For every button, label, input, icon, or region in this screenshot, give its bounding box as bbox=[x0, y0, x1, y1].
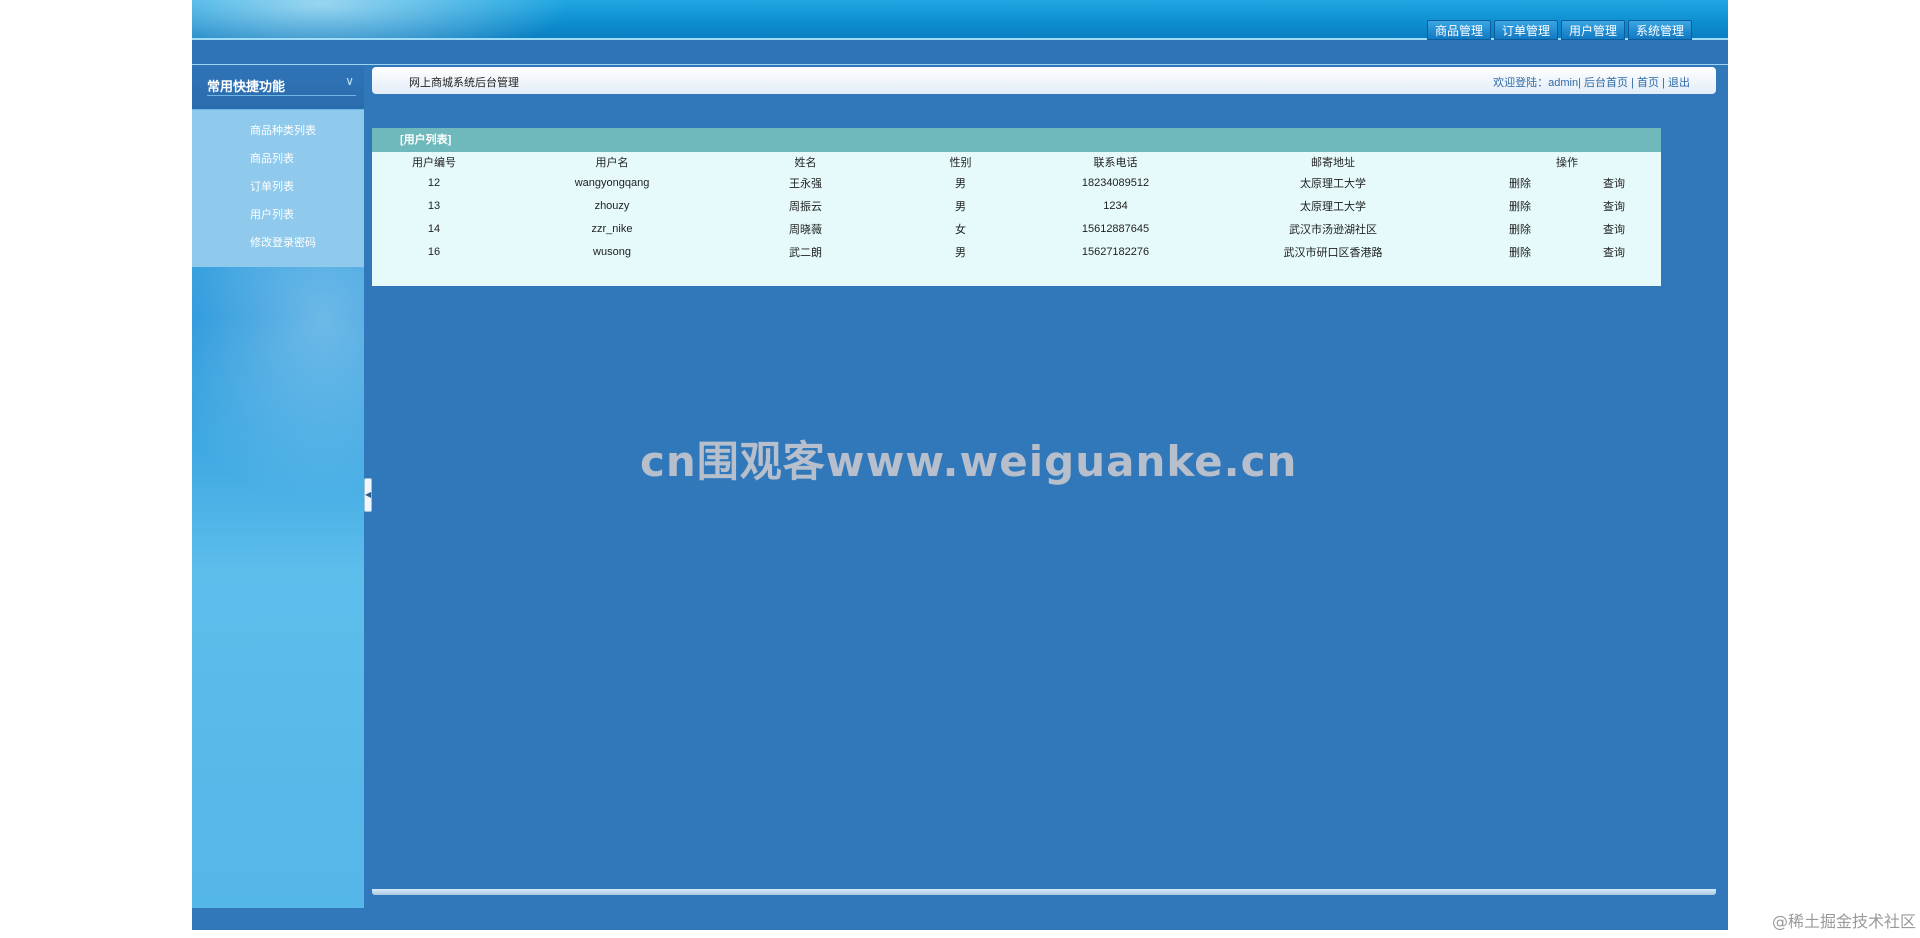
table-row: 14 zzr_nike 周晓薇 女 15612887645 武汉市汤逊湖社区 删… bbox=[372, 217, 1661, 240]
top-band bbox=[192, 40, 1728, 64]
delete-link[interactable]: 删除 bbox=[1473, 217, 1567, 240]
sidebar-item-products[interactable]: 商品列表 bbox=[192, 150, 364, 178]
cell-id: 13 bbox=[427, 199, 441, 212]
cell-username: wangyongqang bbox=[574, 176, 650, 189]
table-header-row: 用户编号 用户名 姓名 性别 联系电话 邮寄地址 操作 bbox=[372, 152, 1661, 171]
table-row: 16 wusong 武二朗 男 15627182276 武汉市研口区香港路 删除… bbox=[372, 240, 1661, 263]
nav-tab-system[interactable]: 系统管理 bbox=[1627, 20, 1692, 40]
content-bottom-bar bbox=[372, 889, 1716, 895]
sidebar: 常用快捷功能 ∨︀ 商品种类列表 商品列表 订单列表 用户列表 修改登录密码 bbox=[192, 65, 364, 908]
top-band-divider bbox=[192, 64, 1728, 65]
sidebar-item-orders[interactable]: 订单列表 bbox=[192, 178, 364, 206]
top-banner: 商品管理 订单管理 用户管理 系统管理 bbox=[192, 0, 1728, 40]
logout-link[interactable]: 退出 bbox=[1668, 77, 1690, 89]
breadcrumb-bar: 网上商城系统后台管理 欢迎登陆：admin| 后台首页 | 首页 | 退出 bbox=[372, 67, 1716, 94]
query-link[interactable]: 查询 bbox=[1567, 194, 1661, 217]
banner-swoosh bbox=[192, 0, 572, 40]
sidebar-header: 常用快捷功能 ∨︀ bbox=[192, 65, 364, 110]
nav-tab-users[interactable]: 用户管理 bbox=[1560, 20, 1625, 40]
sidebar-title: 常用快捷功能 bbox=[207, 79, 286, 94]
cell-gender: 男 bbox=[955, 177, 966, 190]
cell-name: 王永强 bbox=[789, 177, 822, 190]
credit-watermark: @稀土掘金技术社区 bbox=[1771, 912, 1916, 931]
cell-id: 16 bbox=[427, 245, 441, 258]
cell-name: 武二朗 bbox=[789, 246, 822, 259]
cell-gender: 女 bbox=[955, 223, 966, 236]
admin-home-link[interactable]: 后台首页 bbox=[1584, 77, 1628, 89]
sidebar-item-product-categories[interactable]: 商品种类列表 bbox=[192, 122, 364, 150]
welcome-label: 欢迎登陆： bbox=[1493, 77, 1549, 89]
delete-link[interactable]: 删除 bbox=[1473, 194, 1567, 217]
delete-link[interactable]: 删除 bbox=[1473, 171, 1567, 194]
cell-address: 太原理工大学 bbox=[1300, 177, 1366, 190]
column-header-id: 用户编号 bbox=[412, 156, 456, 169]
cell-address: 武汉市汤逊湖社区 bbox=[1289, 223, 1377, 236]
cell-username: zhouzy bbox=[594, 199, 630, 212]
caret-left-icon: ◀ bbox=[365, 490, 372, 499]
nav-tab-orders[interactable]: 订单管理 bbox=[1493, 20, 1558, 40]
query-link[interactable]: 查询 bbox=[1567, 240, 1661, 263]
sidebar-glow bbox=[192, 235, 364, 515]
top-nav: 商品管理 订单管理 用户管理 系统管理 bbox=[1426, 20, 1692, 40]
cell-id: 12 bbox=[427, 176, 441, 189]
sidebar-title-rule bbox=[207, 95, 356, 96]
column-header-username: 用户名 bbox=[595, 156, 629, 169]
sidebar-collapse-handle[interactable]: ◀ bbox=[364, 478, 372, 512]
column-header-gender: 性别 bbox=[949, 156, 972, 169]
home-link[interactable]: 首页 bbox=[1637, 77, 1659, 89]
cell-gender: 男 bbox=[955, 246, 966, 259]
cell-phone: 1234 bbox=[1103, 199, 1128, 212]
sidebar-item-users[interactable]: 用户列表 bbox=[192, 206, 364, 234]
user-info: 欢迎登陆：admin| 后台首页 | 首页 | 退出 bbox=[1493, 77, 1690, 89]
column-header-name: 姓名 bbox=[794, 156, 817, 169]
cell-gender: 男 bbox=[955, 200, 966, 213]
cell-phone: 15627182276 bbox=[1081, 245, 1150, 258]
delete-link[interactable]: 删除 bbox=[1473, 240, 1567, 263]
panel-title: [用户列表] bbox=[372, 128, 1661, 152]
query-link[interactable]: 查询 bbox=[1567, 217, 1661, 240]
breadcrumb: 网上商城系统后台管理 bbox=[409, 77, 519, 89]
column-header-address: 邮寄地址 bbox=[1311, 156, 1355, 169]
column-header-actions: 操作 bbox=[1556, 156, 1578, 169]
column-header-phone: 联系电话 bbox=[1093, 156, 1138, 169]
table-row: 13 zhouzy 周振云 男 1234 太原理工大学 删除 查询 bbox=[372, 194, 1661, 217]
cell-id: 14 bbox=[427, 222, 441, 235]
cell-username: zzr_nike bbox=[591, 222, 633, 235]
cell-name: 周晓薇 bbox=[789, 223, 822, 236]
table-row: 12 wangyongqang 王永强 男 18234089512 太原理工大学… bbox=[372, 171, 1661, 194]
double-chevron-down-icon[interactable]: ∨︀ bbox=[345, 74, 354, 88]
user-list-panel: [用户列表] 用户编号 用户名 姓名 性别 联系电话 邮寄地址 操作 12 wa… bbox=[372, 128, 1661, 286]
cell-phone: 15612887645 bbox=[1081, 222, 1150, 235]
cell-username: wusong bbox=[593, 245, 631, 258]
cell-name: 周振云 bbox=[789, 200, 822, 213]
cell-address: 太原理工大学 bbox=[1300, 200, 1366, 213]
cell-address: 武汉市研口区香港路 bbox=[1283, 246, 1383, 259]
sidebar-item-change-password[interactable]: 修改登录密码 bbox=[192, 234, 364, 262]
watermark: cn围观客www.weiguanke.cn bbox=[640, 437, 1298, 486]
user-table: 用户编号 用户名 姓名 性别 联系电话 邮寄地址 操作 12 wangyongq… bbox=[372, 152, 1661, 263]
query-link[interactable]: 查询 bbox=[1567, 171, 1661, 194]
username: admin bbox=[1548, 77, 1579, 89]
sidebar-menu: 商品种类列表 商品列表 订单列表 用户列表 修改登录密码 bbox=[192, 110, 364, 267]
nav-tab-products[interactable]: 商品管理 bbox=[1426, 20, 1491, 40]
cell-phone: 18234089512 bbox=[1081, 176, 1150, 189]
